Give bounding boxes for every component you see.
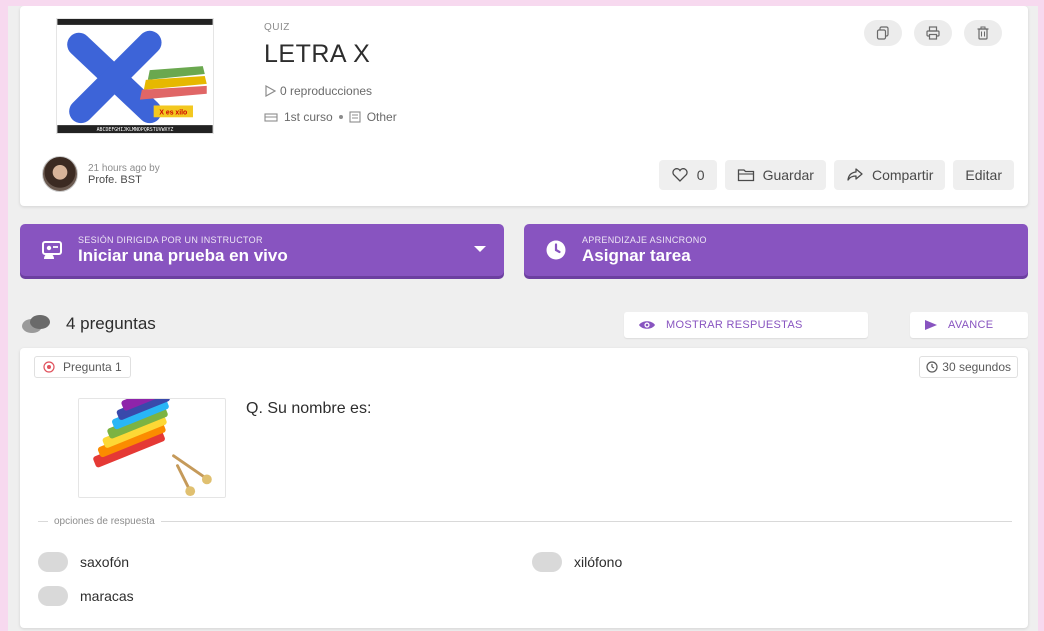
avatar[interactable] [42,156,78,192]
author-name[interactable]: Profe. BST [88,174,160,186]
quiz-actions: 0 Guardar Compartir Editar [658,160,1014,190]
author-info: 21 hours ago by Profe. BST [42,156,160,192]
copy-icon [876,26,889,40]
answer-options-divider: opciones de respuesta [38,516,1012,527]
clock-icon [926,361,938,373]
quiz-title: LETRA X [264,40,371,68]
like-count: 0 [696,167,705,183]
live-sub-label: SESIÓN DIRIGIDA POR UN INSTRUCTOR [78,234,263,245]
question-text: Q. Su nombre es: [246,400,372,417]
save-label: Guardar [762,167,814,183]
grade-label: 1st curso [284,110,333,124]
assign-sub-label: APRENDIZAJE ASINCRONO [582,234,707,245]
print-button[interactable] [914,20,952,46]
folder-icon [737,169,754,182]
option-bubble [38,586,68,606]
quiz-type-label: QUIZ [264,22,290,33]
delete-button[interactable] [964,20,1002,46]
questions-count: 4 preguntas [66,314,156,333]
questions-header: 4 preguntas [20,314,156,334]
share-button[interactable]: Compartir [833,160,946,190]
time-limit: 30 segundos [942,360,1011,374]
play-icon [265,85,276,97]
answer-option[interactable]: maracas [38,586,134,606]
separator-dot [338,115,343,119]
clock-icon [546,240,566,260]
option-bubble [38,552,68,572]
xylophone-image [79,399,225,497]
chevron-down-icon[interactable] [474,246,486,252]
assign-homework-button[interactable]: APRENDIZAJE ASINCRONO Asignar tarea [524,224,1028,276]
question-image [78,398,226,498]
time-badge: 30 segundos [919,356,1018,378]
question-number: Pregunta 1 [63,360,122,374]
answer-option[interactable]: xilófono [532,552,622,572]
plays-count: 0 reproducciones [264,84,372,98]
assign-main-label: Asignar tarea [582,245,691,265]
target-icon [43,361,55,373]
question-card[interactable]: Pregunta 1 30 segundos Q. Su nombre es: … [20,348,1028,628]
share-icon [847,168,863,181]
questions-icon [22,315,50,333]
question-badge: Pregunta 1 [34,356,131,378]
answer-options-label: opciones de respuesta [54,516,155,527]
edit-button[interactable]: Editar [953,160,1014,190]
subject-icon [349,111,361,123]
quiz-tools [864,20,1002,46]
show-answers-label: MOSTRAR RESPUESTAS [666,319,803,331]
save-button[interactable]: Guardar [724,160,826,190]
show-answers-button[interactable]: MOSTRAR RESPUESTAS [624,312,868,338]
quiz-meta: 1st curso Other [264,110,397,124]
svg-text:ABCDEFGHIJKLMNOPQRSTUVWXYZ: ABCDEFGHIJKLMNOPQRSTUVWXYZ [97,127,174,133]
live-quiz-button[interactable]: SESIÓN DIRIGIDA POR UN INSTRUCTOR Inicia… [20,224,504,276]
option-label: xilófono [574,554,623,570]
edit-label: Editar [965,167,1002,183]
subject-label: Other [366,110,397,124]
thumb-caption: X es xilo [159,109,187,116]
option-label: maracas [80,588,134,604]
plays-text: 0 reproducciones [280,84,373,98]
graduation-icon [264,113,278,122]
live-session-icon [42,241,62,259]
like-button[interactable]: 0 [658,160,717,190]
option-bubble [532,552,562,572]
copy-button[interactable] [864,20,902,46]
share-label: Compartir [871,167,934,183]
trash-icon [977,26,989,40]
option-label: saxofón [80,554,130,570]
answer-option[interactable]: saxofón [38,552,129,572]
quiz-info-card: ABCDEFGHIJKLMNOPQRSTUVWXYZ X es xilo QUI… [20,6,1028,206]
play-icon [925,320,937,330]
letter-x-image: ABCDEFGHIJKLMNOPQRSTUVWXYZ X es xilo [57,19,213,133]
created-time: 21 hours ago by [88,162,160,174]
heart-icon [672,168,688,182]
eye-icon [639,321,655,329]
live-main-label: Iniciar una prueba en vivo [78,245,288,265]
page-frame: ABCDEFGHIJKLMNOPQRSTUVWXYZ X es xilo QUI… [8,6,1038,631]
print-icon [926,26,940,40]
preview-label: AVANCE [948,319,994,331]
quiz-thumbnail: ABCDEFGHIJKLMNOPQRSTUVWXYZ X es xilo [56,18,214,134]
preview-button[interactable]: AVANCE [910,312,1028,338]
